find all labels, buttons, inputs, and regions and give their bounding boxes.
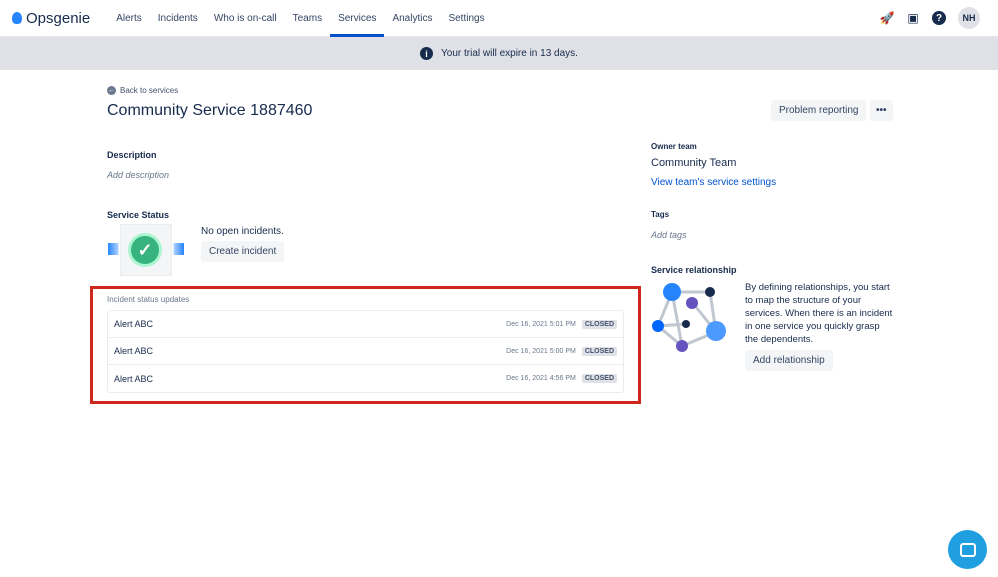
rocket-icon[interactable]: 🚀 [880,11,895,25]
chat-button[interactable] [948,530,987,569]
logo-icon [12,12,22,24]
help-icon[interactable]: ? [932,11,946,25]
status-badge: CLOSED [581,346,617,356]
tags-input[interactable]: Add tags [651,230,687,240]
arrow-left-icon: ← [107,86,116,95]
updates-title: Incident status updates [107,295,190,304]
service-relationship-label: Service relationship [651,265,737,275]
nav-who-is-on-call[interactable]: Who is on-call [206,0,285,37]
service-status-label: Service Status [107,210,170,220]
add-relationship-button[interactable]: Add relationship [745,350,833,371]
info-icon: i [420,47,434,60]
status-ok-illustration: ✓ [108,224,184,276]
status-badge: CLOSED [581,319,617,329]
description-label: Description [107,150,157,160]
opsgenie-logo[interactable]: Opsgenie [12,10,90,27]
description-input[interactable]: Add description [107,170,169,180]
tags-label: Tags [651,210,670,219]
nav-alerts[interactable]: Alerts [108,0,150,37]
avatar[interactable]: NH [958,7,980,29]
feedback-icon[interactable]: ▣ [906,11,920,25]
nav-services[interactable]: Services [330,0,385,37]
top-nav: Opsgenie Alerts Incidents Who is on-call… [0,0,998,37]
table-row[interactable]: Alert ABC Dec 16, 2021 5:01 PM CLOSED [108,311,623,338]
owner-team-label: Owner team [651,142,697,151]
table-row[interactable]: Alert ABC Dec 16, 2021 5:00 PM CLOSED [108,338,623,365]
chat-icon [959,542,976,557]
problem-reporting-button[interactable]: Problem reporting [771,100,867,121]
page-title: Community Service 1887460 [107,102,313,119]
status-text: No open incidents. [201,226,284,237]
relationship-illustration [652,283,726,352]
status-badge: CLOSED [581,374,617,383]
trial-banner: i Your trial will expire in 13 days. [0,37,998,70]
incident-status-updates: Incident status updates Alert ABC Dec 16,… [90,286,641,404]
relationship-description: By defining relationships, you start to … [745,282,893,345]
table-row[interactable]: Alert ABC Dec 16, 2021 4:56 PM CLOSED [108,365,623,392]
nav-incidents[interactable]: Incidents [150,0,206,37]
create-incident-button[interactable]: Create incident [201,241,285,262]
nav-teams[interactable]: Teams [285,0,330,37]
check-icon: ✓ [128,233,162,267]
nav-analytics[interactable]: Analytics [384,0,440,37]
back-link[interactable]: ← Back to services [107,86,178,95]
nav-settings[interactable]: Settings [440,0,492,37]
more-icon[interactable]: ••• [870,100,893,121]
team-settings-link[interactable]: View team's service settings [651,177,776,188]
owner-team-name: Community Team [651,157,737,169]
